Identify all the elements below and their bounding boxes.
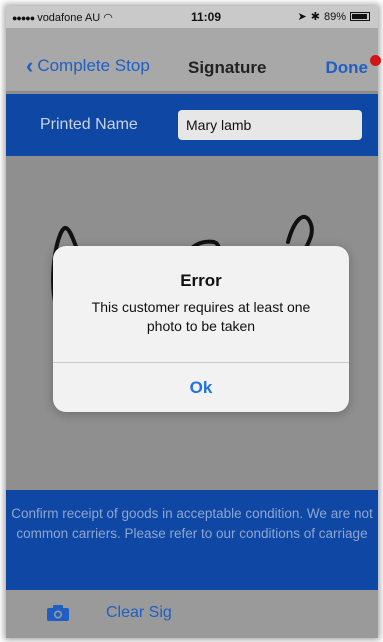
terms-banner: Confirm receipt of goods in acceptable c… [6, 490, 378, 590]
battery-percent: 89% [323, 10, 346, 23]
annotation-marker [370, 55, 381, 66]
back-button[interactable]: ‹ Complete Stop [26, 53, 150, 78]
location-icon: ➤ [297, 11, 307, 23]
phone-screen: ●●●●● vodafone AU ◠ 11:09 ➤ ✱ 89% ‹ Comp… [6, 6, 378, 638]
back-button-label: Complete Stop [37, 56, 150, 75]
alert-ok-button[interactable]: Ok [53, 363, 349, 412]
signal-strength-icon: ●●●●● [12, 12, 35, 23]
printed-name-input[interactable] [178, 110, 362, 140]
carrier-name: vodafone AU [37, 11, 101, 24]
chevron-left-icon: ‹ [26, 53, 34, 78]
printed-name-row: Printed Name [6, 94, 378, 156]
camera-icon[interactable] [46, 604, 70, 622]
status-bar: ●●●●● vodafone AU ◠ 11:09 ➤ ✱ 89% [6, 6, 378, 28]
alert-message: This customer requires at least one phot… [91, 299, 311, 334]
bluetooth-icon: ✱ [310, 11, 320, 23]
status-time: 11:09 [191, 10, 222, 24]
bottom-toolbar: Clear Sig [6, 590, 378, 638]
clear-signature-button[interactable]: Clear Sig [106, 604, 172, 622]
printed-name-label: Printed Name [40, 116, 138, 133]
battery-icon [350, 12, 370, 21]
done-button[interactable]: Done [326, 58, 369, 78]
alert-title: Error [180, 271, 222, 290]
page-title: Signature [188, 58, 267, 77]
navigation-bar: ‹ Complete Stop Signature Done [6, 28, 378, 92]
error-alert-dialog: Error This customer requires at least on… [53, 246, 349, 412]
status-left: ●●●●● vodafone AU ◠ [12, 11, 113, 25]
wifi-icon: ◠ [103, 12, 113, 24]
status-right: ➤ ✱ 89% [298, 10, 370, 23]
